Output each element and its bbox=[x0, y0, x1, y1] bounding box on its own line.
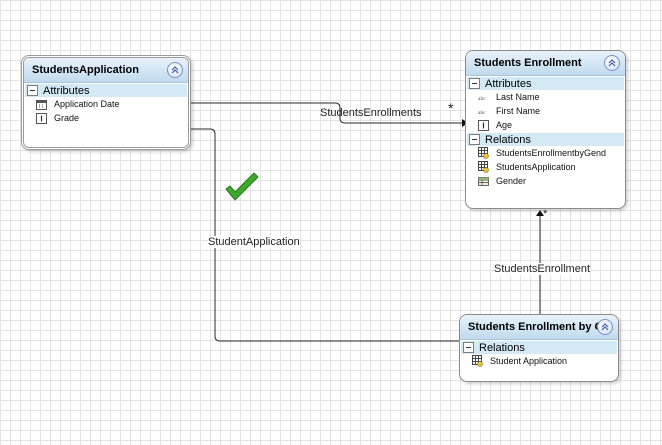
entity-title: Students Enrollment by Gender bbox=[468, 321, 611, 333]
numeric-icon bbox=[478, 119, 489, 131]
connector-label-student-application[interactable]: StudentApplication bbox=[208, 236, 300, 248]
relation-row[interactable]: StudentsApplication bbox=[466, 160, 625, 174]
entity-students-enrollment[interactable]: Students Enrollment Attributes abc Last … bbox=[465, 50, 626, 209]
multiplicity-label: * bbox=[448, 100, 454, 116]
connector-label-students-enrollments[interactable]: StudentsEnrollments bbox=[320, 107, 422, 119]
green-checkmark-icon bbox=[225, 172, 259, 201]
relation-row[interactable]: StudentsEnrollmentbyGend bbox=[466, 146, 625, 160]
attribute-row[interactable]: Age bbox=[466, 118, 625, 132]
relations-section-header[interactable]: Relations bbox=[461, 341, 617, 354]
entity-title: Students Enrollment bbox=[474, 57, 582, 69]
table-icon bbox=[478, 176, 489, 187]
text-abc-icon: abc bbox=[478, 106, 489, 117]
attributes-section-header[interactable]: Attributes bbox=[467, 77, 624, 90]
entity-header[interactable]: StudentsApplication bbox=[24, 58, 188, 83]
svg-text:abc: abc bbox=[478, 95, 486, 101]
attribute-row[interactable]: abc Last Name bbox=[466, 90, 625, 104]
connector-student-application[interactable] bbox=[190, 128, 460, 342]
collapse-chevrons-icon[interactable] bbox=[167, 62, 183, 78]
relation-row[interactable]: Gender bbox=[466, 174, 625, 188]
section-label: Attributes bbox=[43, 84, 90, 97]
relation-label: Gender bbox=[496, 176, 527, 186]
entity-students-enrollment-by-gender[interactable]: Students Enrollment by Gender Relations … bbox=[459, 314, 619, 382]
attribute-label: First Name bbox=[496, 106, 541, 116]
collapse-minus-icon[interactable] bbox=[27, 85, 38, 96]
connector-label-students-enrollment[interactable]: StudentsEnrollment bbox=[494, 263, 590, 275]
numeric-icon bbox=[36, 112, 47, 124]
collapse-minus-icon[interactable] bbox=[469, 134, 480, 145]
section-label: Relations bbox=[485, 133, 531, 146]
attribute-row[interactable]: Grade bbox=[24, 111, 188, 125]
multiplicity-label: * bbox=[543, 208, 548, 220]
collapse-chevrons-icon[interactable] bbox=[597, 319, 613, 335]
svg-text:abc: abc bbox=[478, 109, 486, 115]
collapse-minus-icon[interactable] bbox=[469, 78, 480, 89]
attribute-row[interactable]: abc First Name bbox=[466, 104, 625, 118]
section-label: Relations bbox=[479, 341, 525, 354]
entity-students-application[interactable]: StudentsApplication Attributes Applicati… bbox=[21, 55, 191, 150]
calendar-icon bbox=[36, 99, 47, 110]
section-label: Attributes bbox=[485, 77, 532, 90]
collapse-minus-icon[interactable] bbox=[463, 342, 474, 353]
text-abc-icon: abc bbox=[478, 92, 489, 103]
collapse-chevrons-icon[interactable] bbox=[604, 55, 620, 71]
attribute-label: Application Date bbox=[54, 99, 120, 109]
relation-grid-icon bbox=[478, 147, 489, 159]
relation-row[interactable]: Student Application bbox=[460, 354, 618, 368]
attribute-label: Grade bbox=[54, 113, 80, 123]
relation-label: StudentsApplication bbox=[496, 162, 576, 172]
relation-label: StudentsEnrollmentbyGend bbox=[496, 148, 607, 158]
relation-grid-icon bbox=[472, 355, 483, 367]
relations-section-header[interactable]: Relations bbox=[467, 133, 624, 146]
attributes-section-header[interactable]: Attributes bbox=[25, 84, 187, 97]
relation-grid-icon bbox=[478, 161, 489, 173]
attribute-label: Last Name bbox=[496, 92, 540, 102]
attribute-label: Age bbox=[496, 120, 513, 130]
entity-header[interactable]: Students Enrollment bbox=[466, 51, 625, 76]
relation-label: Student Application bbox=[490, 356, 568, 366]
entity-header[interactable]: Students Enrollment by Gender bbox=[460, 315, 618, 340]
attribute-row[interactable]: Application Date bbox=[24, 97, 188, 111]
entity-title: StudentsApplication bbox=[32, 64, 139, 76]
